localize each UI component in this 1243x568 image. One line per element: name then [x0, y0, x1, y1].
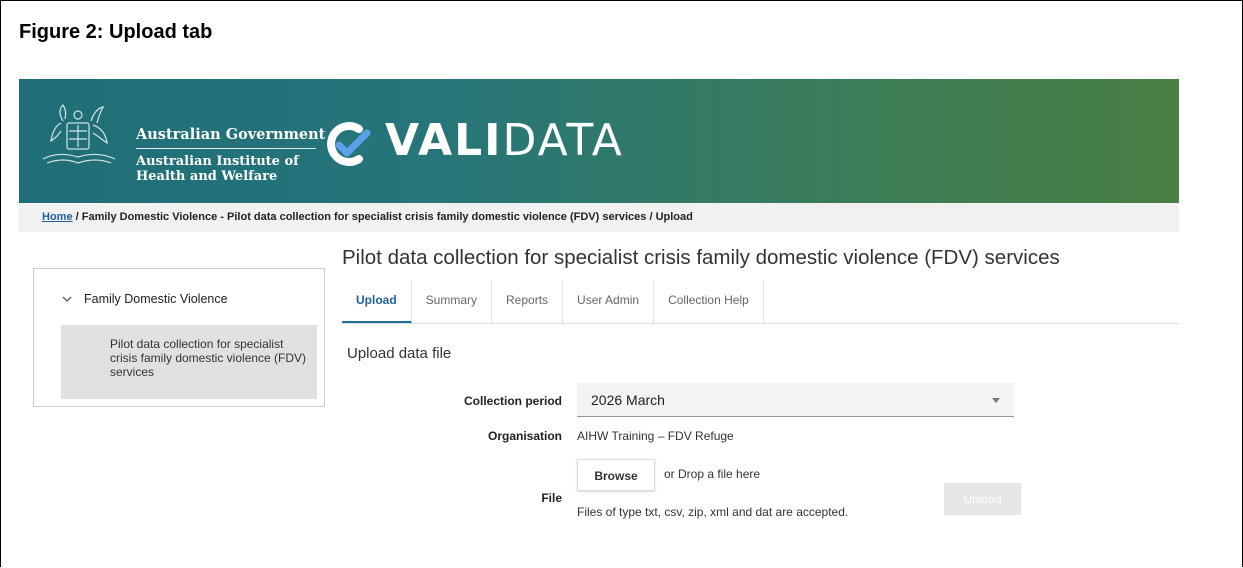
collection-period-select[interactable]: 2026 March — [577, 383, 1014, 417]
dropdown-caret-icon — [992, 398, 1000, 403]
agency-name-line1: Australian Institute of — [136, 154, 299, 169]
collection-period-value: 2026 March — [591, 392, 665, 408]
tab-upload[interactable]: Upload — [342, 280, 412, 324]
section-title: Upload data file — [347, 345, 452, 362]
validata-check-icon — [327, 122, 371, 166]
tab-user-admin[interactable]: User Admin — [563, 280, 655, 324]
sidebar-item-label: Pilot data collection for specialist cri… — [110, 337, 307, 379]
collection-period-label: Collection period — [463, 394, 562, 408]
sidebar-group-label: Family Domestic Violence — [84, 292, 228, 306]
breadcrumb-path: / Family Domestic Violence - Pilot data … — [72, 211, 693, 223]
gov-name: Australian Government — [136, 126, 326, 143]
organisation-value: AIHW Training – FDV Refuge — [577, 429, 734, 443]
tab-bar: Upload Summary Reports User Admin Collec… — [342, 280, 764, 324]
tab-reports[interactable]: Reports — [492, 280, 564, 324]
app-name: VALIDATA — [385, 113, 624, 169]
file-type-hint: Files of type txt, csv, zip, xml and dat… — [577, 505, 849, 519]
file-label: File — [541, 491, 562, 505]
figure-title: Figure 2: Upload tab — [19, 21, 213, 43]
browse-button[interactable]: Browse — [577, 459, 655, 491]
page-title: Pilot data collection for specialist cri… — [342, 246, 1060, 269]
sidebar-item-pilot-collection[interactable]: Pilot data collection for specialist cri… — [61, 325, 317, 399]
sidebar-group-family-domestic-violence[interactable]: Family Domestic Violence — [62, 292, 228, 306]
app-name-bold: VALI — [385, 115, 503, 166]
drop-zone-text[interactable]: or Drop a file here — [664, 467, 760, 481]
tab-collection-help[interactable]: Collection Help — [654, 280, 764, 324]
tab-divider — [342, 323, 1179, 324]
gov-branding: Australian Government Australian Institu… — [136, 126, 325, 184]
sidebar: Family Domestic Violence Pilot data coll… — [33, 268, 325, 407]
coat-of-arms-icon — [42, 104, 116, 164]
upload-button[interactable]: Upload — [944, 483, 1021, 515]
agency-name-line2: Health and Welfare — [136, 169, 278, 184]
gov-divider — [136, 148, 316, 149]
app-name-light: DATA — [502, 115, 624, 166]
tab-summary[interactable]: Summary — [412, 280, 493, 324]
app-header: Australian Government Australian Institu… — [19, 79, 1179, 203]
organisation-label: Organisation — [487, 429, 562, 443]
breadcrumb-home-link[interactable]: Home — [42, 211, 73, 223]
chevron-down-icon — [62, 296, 72, 302]
breadcrumb: Home / Family Domestic Violence - Pilot … — [19, 203, 1179, 232]
